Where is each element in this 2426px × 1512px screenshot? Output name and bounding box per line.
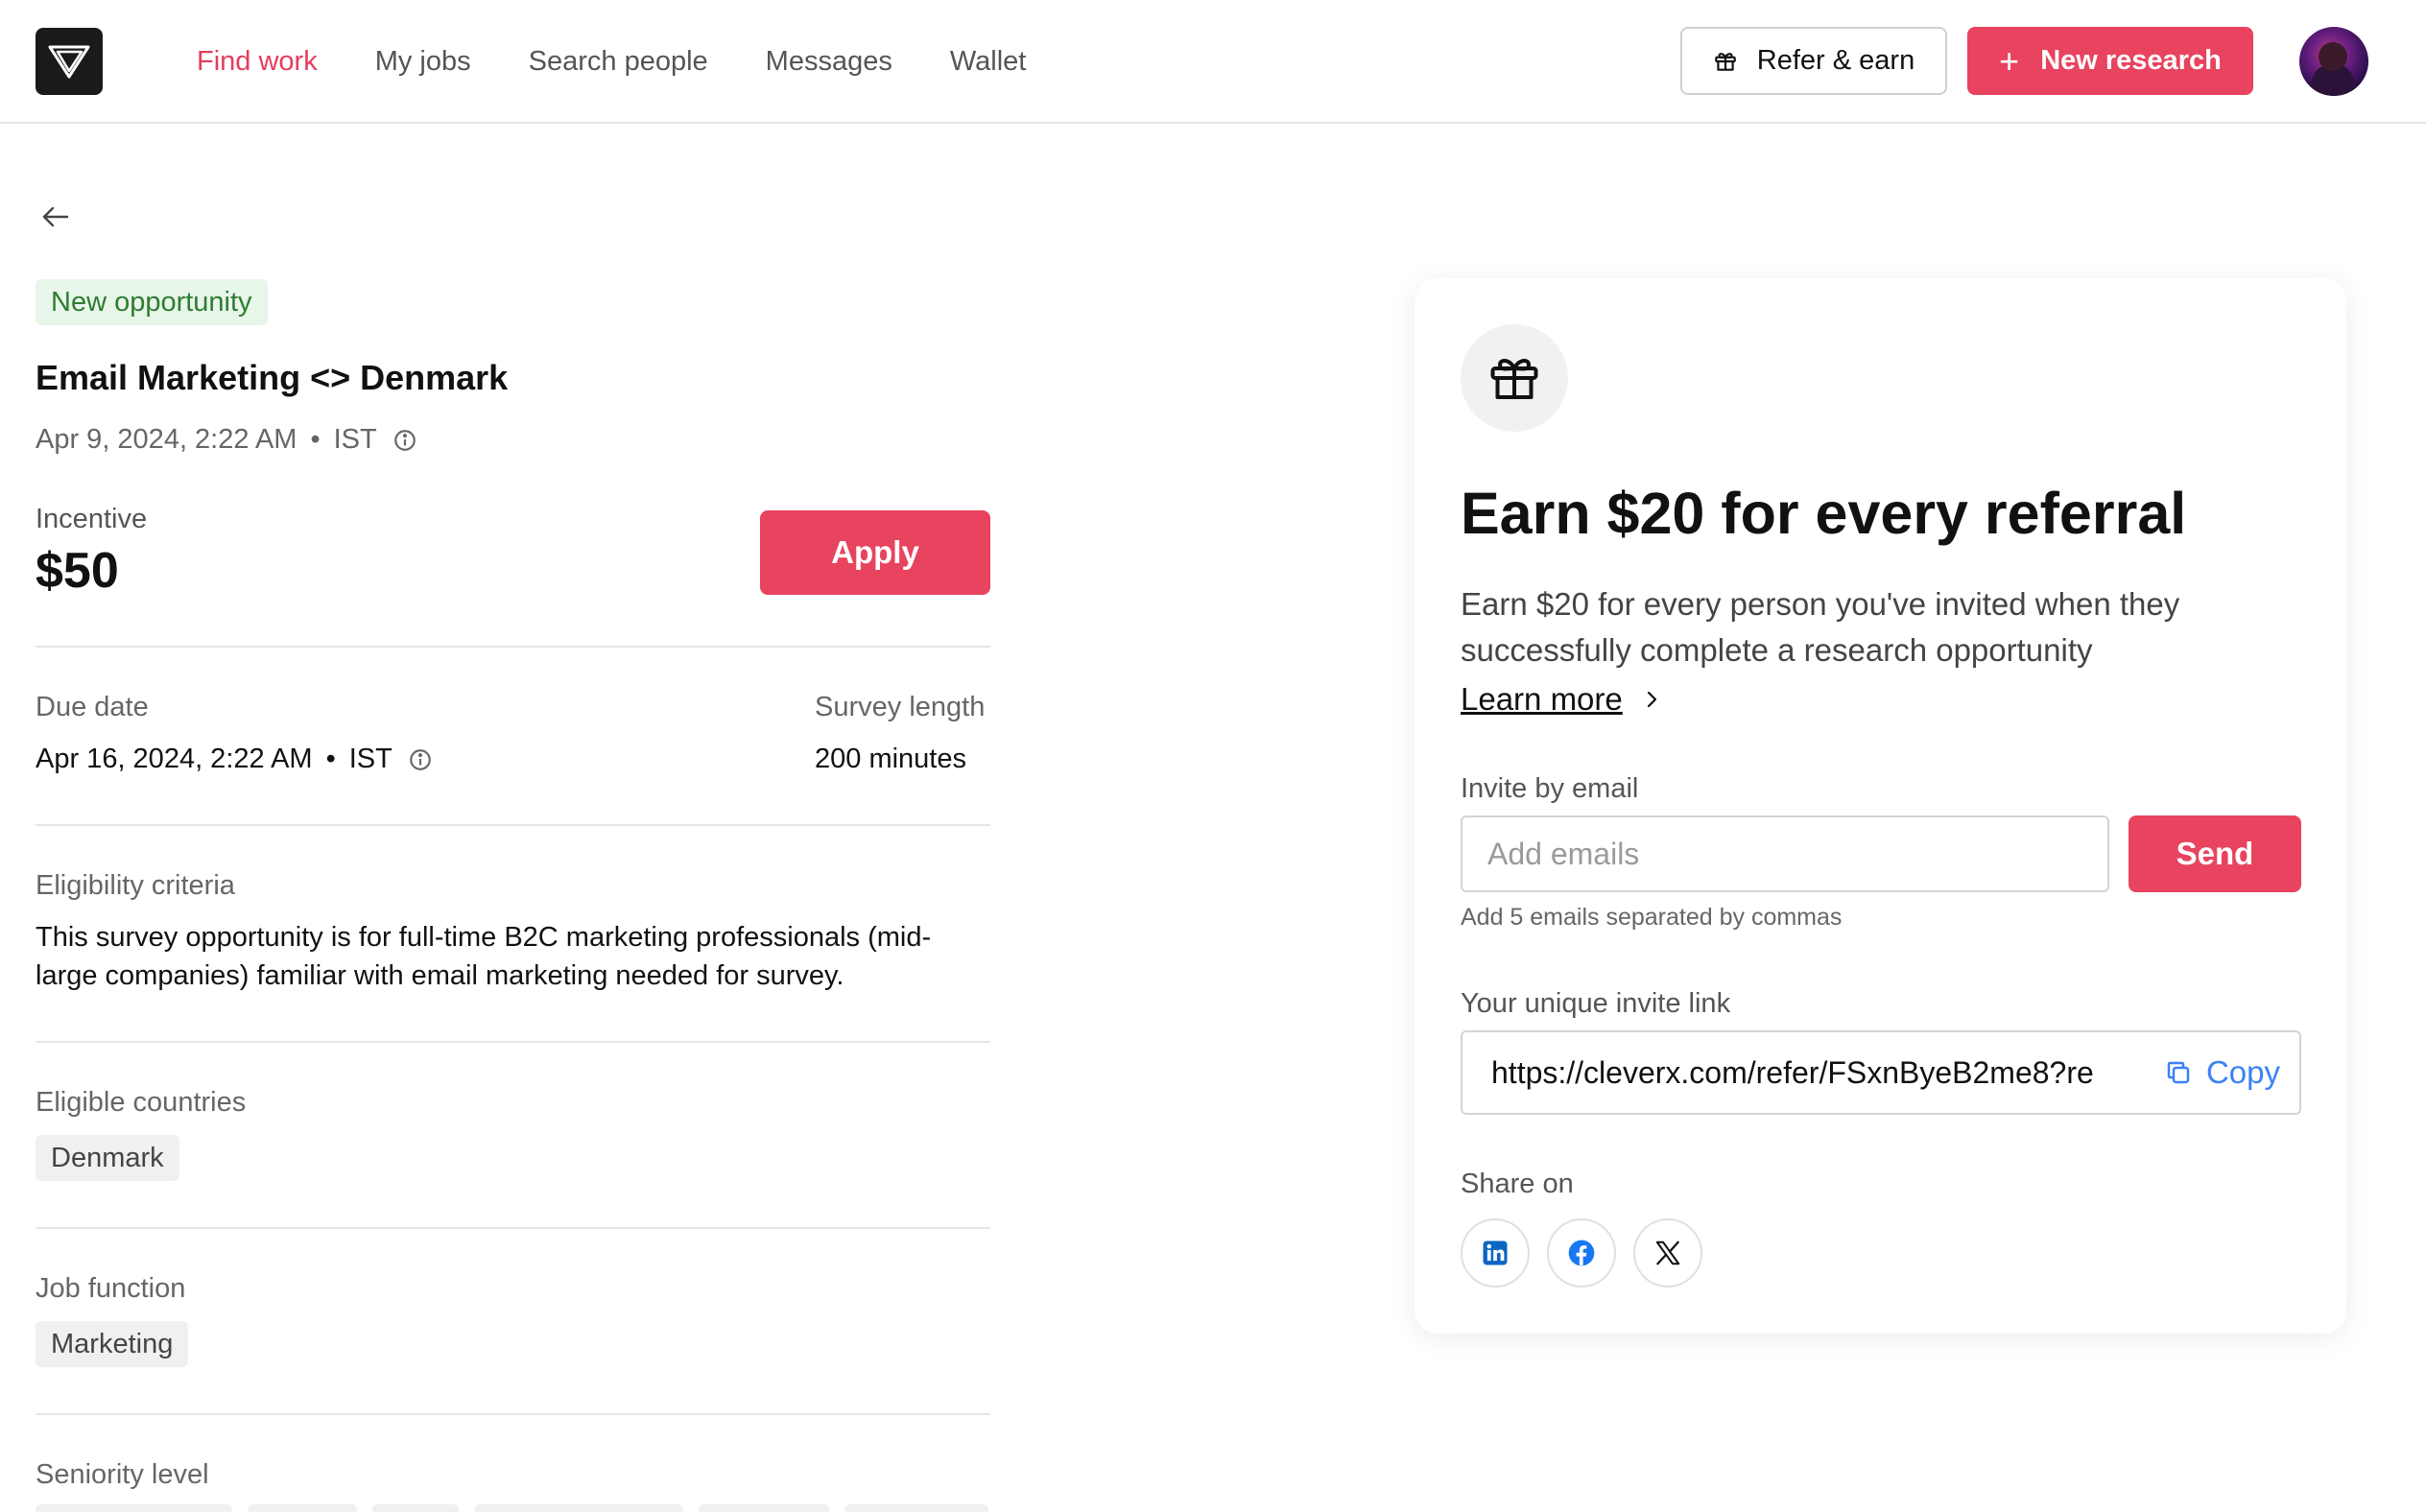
invite-link-label: Your unique invite link xyxy=(1461,988,1731,1019)
incentive-label: Incentive xyxy=(36,504,148,534)
seniority-chip xyxy=(474,1504,683,1512)
chevron-right-icon xyxy=(1647,691,1656,708)
divider xyxy=(36,646,990,648)
job-function-chip: Marketing xyxy=(36,1321,189,1367)
copy-label: Copy xyxy=(2205,1054,2280,1090)
back-arrow-icon[interactable] xyxy=(38,200,73,234)
user-avatar[interactable] xyxy=(2299,27,2368,96)
refer-earn-label: Refer & earn xyxy=(1756,45,1915,76)
seniority-level-label: Seniority level xyxy=(36,1459,209,1490)
due-date-label: Due date xyxy=(36,692,149,722)
invite-email-input[interactable] xyxy=(1461,815,2109,892)
nav-search-people[interactable]: Search people xyxy=(529,46,708,78)
invite-email-label: Invite by email xyxy=(1461,773,1639,804)
new-opportunity-badge: New opportunity xyxy=(36,279,268,325)
separator-dot: • xyxy=(325,744,336,774)
due-date-value: Apr 16, 2024, 2:22 AM • IST xyxy=(36,744,433,775)
nav-find-work[interactable]: Find work xyxy=(197,46,318,78)
app-logo[interactable] xyxy=(36,28,103,95)
referral-title: Earn $20 for every referral xyxy=(1461,481,2187,546)
info-icon[interactable] xyxy=(408,747,433,772)
copy-button[interactable]: Copy xyxy=(2152,1032,2280,1113)
gift-badge xyxy=(1461,324,1568,432)
divider xyxy=(36,824,990,826)
seniority-chip xyxy=(248,1504,357,1512)
share-on-label: Share on xyxy=(1461,1169,1574,1199)
nav-messages[interactable]: Messages xyxy=(766,46,892,78)
x-icon xyxy=(1655,1240,1680,1265)
seniority-chip xyxy=(844,1504,988,1512)
send-button[interactable]: Send xyxy=(2129,815,2301,892)
refer-earn-button[interactable]: Refer & earn xyxy=(1680,27,1947,95)
share-linkedin-button[interactable] xyxy=(1461,1218,1530,1288)
incentive-value: $50 xyxy=(36,543,119,599)
posted-date: Apr 9, 2024, 2:22 AM • IST xyxy=(36,424,417,456)
gift-icon xyxy=(1714,52,1736,71)
share-x-button[interactable] xyxy=(1633,1218,1702,1288)
survey-length-value: 200 minutes xyxy=(815,744,966,774)
country-chip: Denmark xyxy=(36,1135,179,1181)
facebook-icon xyxy=(1568,1240,1595,1266)
top-navbar: Find work My jobs Search people Messages… xyxy=(0,0,2426,124)
logo-icon xyxy=(48,45,90,79)
due-date-text: Apr 16, 2024, 2:22 AM xyxy=(36,744,313,774)
posted-timezone: IST xyxy=(333,424,377,455)
divider xyxy=(36,1227,990,1229)
main-nav: Find work My jobs Search people Messages… xyxy=(197,0,1083,123)
job-function-label: Job function xyxy=(36,1273,186,1304)
invite-link-field[interactable]: https://cleverx.com/refer/FSxnByeB2me8?r… xyxy=(1461,1030,2301,1115)
invite-link-text[interactable]: https://cleverx.com/refer/FSxnByeB2me8?r… xyxy=(1491,1032,2132,1113)
seniority-chip xyxy=(36,1504,232,1512)
seniority-chip xyxy=(699,1504,829,1512)
eligibility-criteria-text: This survey opportunity is for full-time… xyxy=(36,922,932,991)
email-hint: Add 5 emails separated by commas xyxy=(1461,904,1843,931)
share-facebook-button[interactable] xyxy=(1547,1218,1616,1288)
separator-dot: • xyxy=(310,424,321,455)
share-buttons xyxy=(1461,1218,1720,1288)
learn-more-label: Learn more xyxy=(1461,681,1623,717)
eligibility-criteria-label: Eligibility criteria xyxy=(36,870,235,901)
eligible-countries-label: Eligible countries xyxy=(36,1087,247,1118)
nav-wallet[interactable]: Wallet xyxy=(950,46,1027,78)
copy-icon xyxy=(2167,1061,2190,1084)
referral-description: Earn $20 for every person you've invited… xyxy=(1461,586,2180,668)
linkedin-icon xyxy=(1483,1240,1508,1265)
divider xyxy=(36,1413,990,1415)
seniority-chip xyxy=(372,1504,459,1512)
learn-more-link[interactable]: Learn more xyxy=(1461,681,1663,718)
due-timezone: IST xyxy=(348,744,392,774)
apply-button[interactable]: Apply xyxy=(760,510,990,595)
info-icon[interactable] xyxy=(392,428,417,453)
divider xyxy=(36,1041,990,1043)
posted-date-text: Apr 9, 2024, 2:22 AM xyxy=(36,424,297,455)
referral-card: Earn $20 for every referral Earn $20 for… xyxy=(1415,278,2346,1334)
job-title: Email Marketing <> Denmark xyxy=(36,358,509,397)
nav-my-jobs[interactable]: My jobs xyxy=(375,46,471,78)
plus-icon: + xyxy=(1999,40,2020,81)
new-research-button[interactable]: + New research xyxy=(1967,27,2253,95)
survey-length-label: Survey length xyxy=(815,692,986,722)
new-research-label: New research xyxy=(2040,45,2222,76)
gift-icon xyxy=(1490,359,1538,399)
